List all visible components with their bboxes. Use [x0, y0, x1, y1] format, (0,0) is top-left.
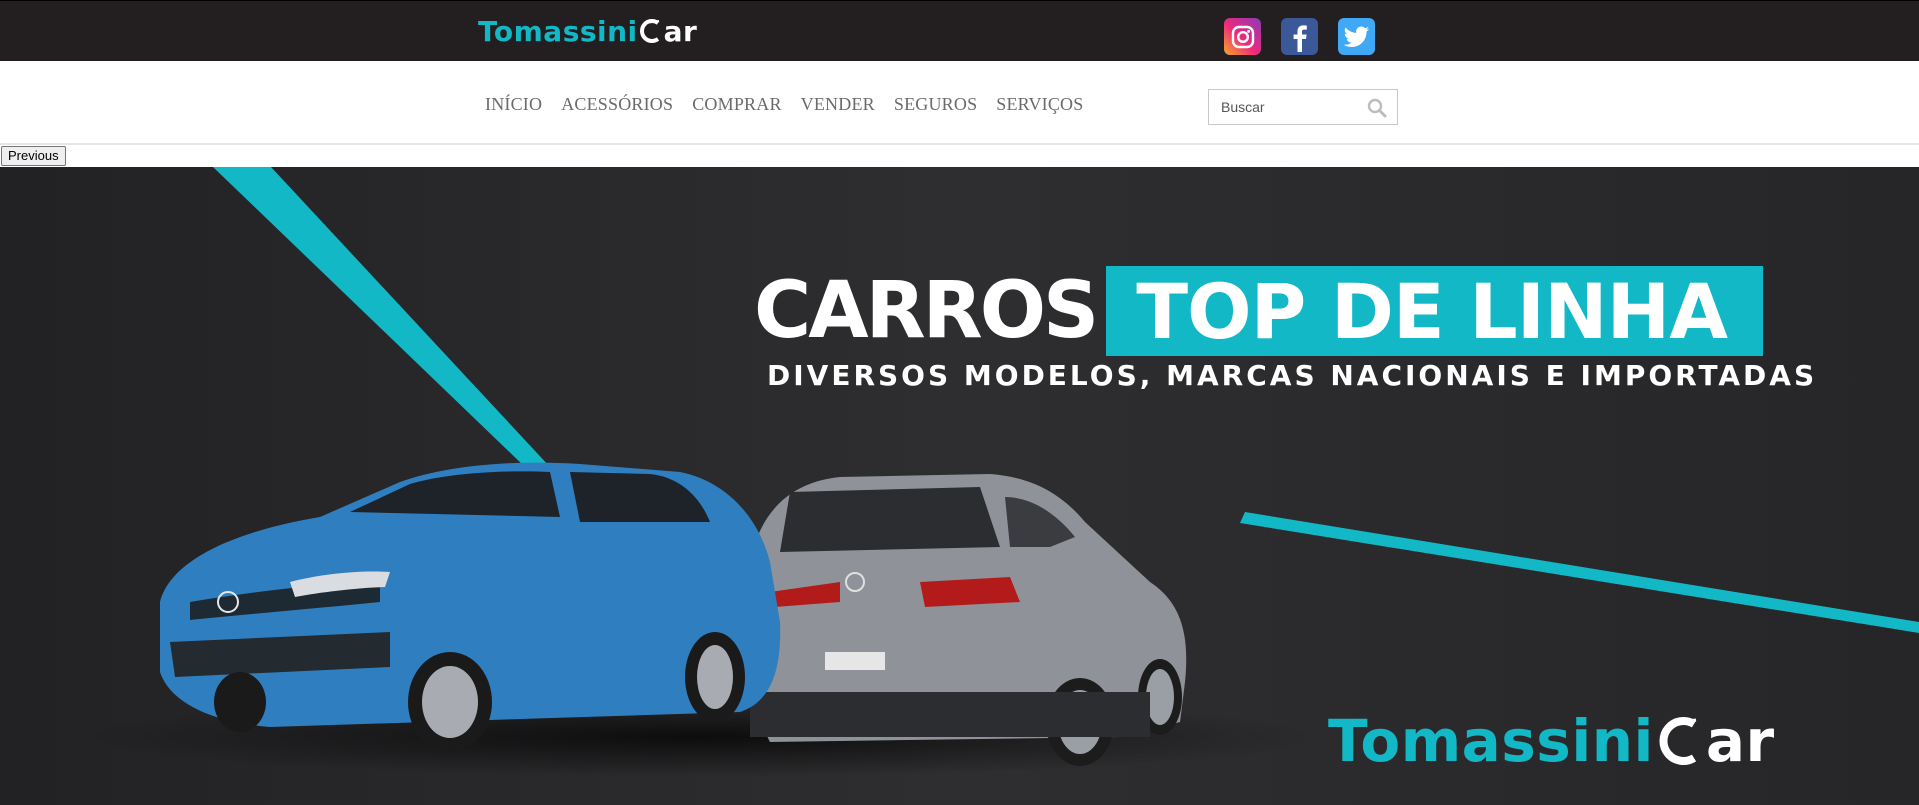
nav-acessorios[interactable]: ACESSÓRIOS [561, 94, 673, 115]
instagram-icon[interactable] [1224, 18, 1261, 55]
search-icon[interactable] [1367, 98, 1387, 123]
twitter-icon[interactable] [1338, 18, 1375, 55]
facebook-icon[interactable] [1281, 18, 1318, 55]
hero-banner: CARROS TOP DE LINHA DIVERSOS MODELOS, MA… [0, 167, 1919, 805]
headline-top-de-linha: TOP DE LINHA [1136, 266, 1728, 356]
logo-text-part1: Tomassini [478, 14, 638, 48]
nav-servicos[interactable]: SERVIÇOS [996, 94, 1083, 115]
top-bar: Tomassini ar [0, 0, 1919, 61]
nav-comprar[interactable]: COMPRAR [692, 94, 781, 115]
headline-carros: CARROS [754, 266, 1099, 356]
banner-logo-part1: Tomassini [1328, 707, 1654, 775]
nav-seguros[interactable]: SEGUROS [894, 94, 977, 115]
logo-text-part2: ar [663, 14, 698, 48]
logo-c-mark-icon [639, 17, 663, 45]
slider-previous-button[interactable]: Previous [1, 146, 66, 166]
silver-car [750, 474, 1187, 766]
search-input[interactable] [1209, 90, 1359, 124]
main-menu: INÍCIO ACESSÓRIOS COMPRAR VENDER SEGUROS… [485, 94, 1102, 115]
banner-subline: DIVERSOS MODELOS, MARCAS NACIONAIS E IMP… [767, 359, 1818, 392]
nav-inicio[interactable]: INÍCIO [485, 94, 542, 115]
nav-vender[interactable]: VENDER [801, 94, 875, 115]
site-logo[interactable]: Tomassini ar [478, 13, 697, 49]
cars-image [160, 462, 1187, 766]
banner-logo-part2: ar [1705, 707, 1775, 775]
blue-car [160, 462, 781, 752]
banner-logo-c-mark-icon [1656, 712, 1704, 770]
banner-headline: CARROS TOP DE LINHA [754, 266, 1764, 356]
banner-logo: Tomassini ar [1328, 707, 1775, 775]
headline-highlight-box: TOP DE LINHA [1106, 266, 1764, 356]
main-navbar: INÍCIO ACESSÓRIOS COMPRAR VENDER SEGUROS… [0, 61, 1919, 145]
search-box [1208, 89, 1398, 125]
